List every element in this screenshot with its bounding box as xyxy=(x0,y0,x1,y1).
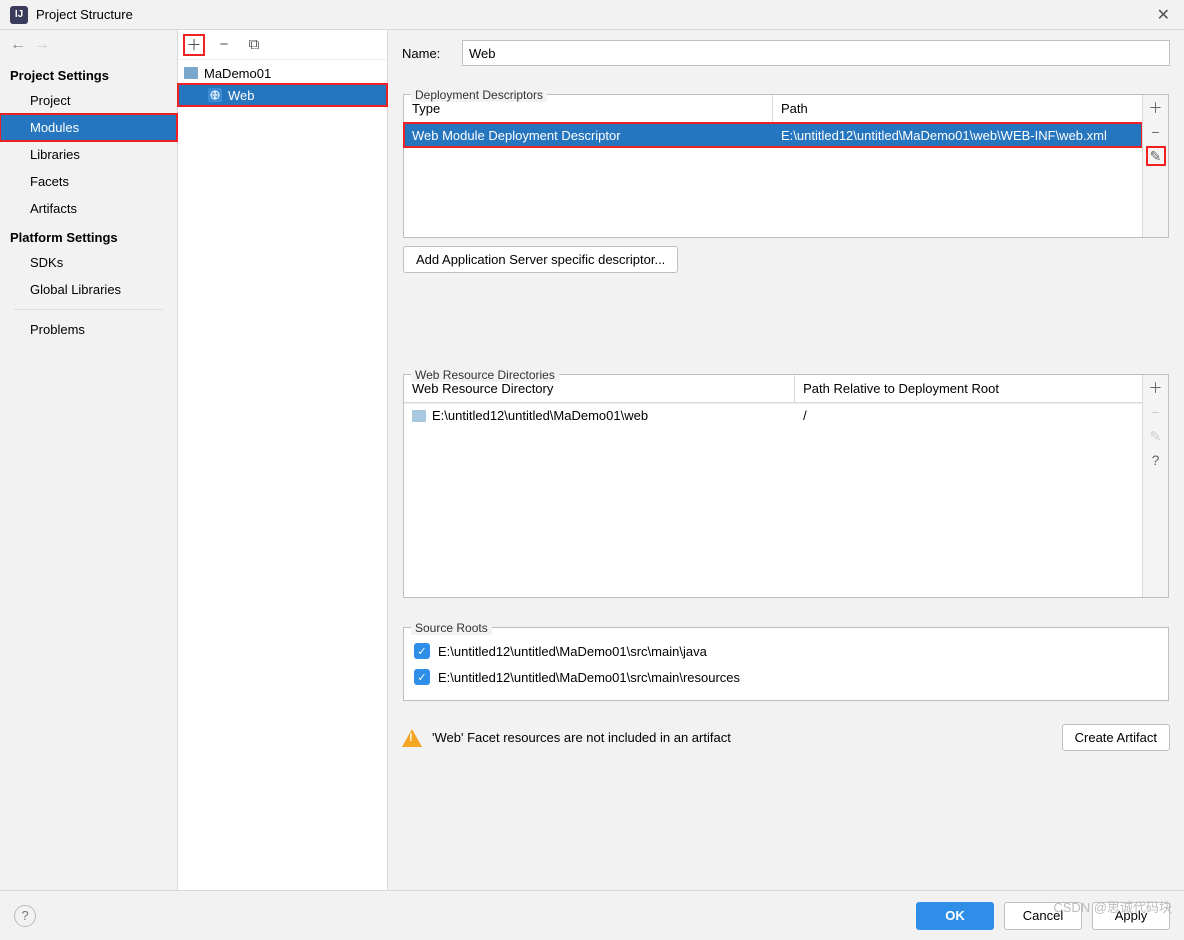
source-roots-body: ✓ E:\untitled12\untitled\MaDemo01\src\ma… xyxy=(403,627,1169,701)
spacer xyxy=(402,286,1170,346)
tree-root-label: MaDemo01 xyxy=(204,66,271,81)
dialog-button-bar: ? OK Cancel Apply xyxy=(0,890,1184,940)
checkbox-checked-icon[interactable]: ✓ xyxy=(414,669,430,685)
warning-bar: 'Web' Facet resources are not included i… xyxy=(402,720,1170,755)
add-icon[interactable]: ＋ xyxy=(184,35,204,55)
tree-list: MaDemo01 Web xyxy=(178,60,387,108)
web-icon xyxy=(208,88,222,102)
source-roots-legend: Source Roots xyxy=(411,621,492,635)
left-sidebar: ← → Project Settings Project Modules Lib… xyxy=(0,30,178,890)
name-label: Name: xyxy=(402,46,452,61)
deployment-descriptors-group: Deployment Descriptors Type Path Web Mod… xyxy=(402,78,1170,274)
deployment-table: Type Path Web Module Deployment Descript… xyxy=(403,94,1169,238)
webres-header-rel: Path Relative to Deployment Root xyxy=(795,375,1142,402)
create-artifact-button[interactable]: Create Artifact xyxy=(1062,724,1170,751)
ok-button[interactable]: OK xyxy=(916,902,994,930)
section-project-settings: Project Settings xyxy=(0,60,177,87)
main-area: ← → Project Settings Project Modules Lib… xyxy=(0,30,1184,890)
sidebar-item-facets[interactable]: Facets xyxy=(0,168,177,195)
deployment-header-path: Path xyxy=(773,95,1142,122)
deployment-row[interactable]: Web Module Deployment Descriptor E:\unti… xyxy=(404,123,1142,147)
webres-row[interactable]: E:\untitled12\untitled\MaDemo01\web / xyxy=(404,403,1142,427)
deployment-remove-icon[interactable]: − xyxy=(1147,123,1165,141)
webres-row-rel: / xyxy=(795,408,1142,423)
sidebar-item-sdks[interactable]: SDKs xyxy=(0,249,177,276)
deployment-edit-icon[interactable]: ✎ xyxy=(1147,147,1165,165)
sidebar-item-project[interactable]: Project xyxy=(0,87,177,114)
webres-table: Web Resource Directory Path Relative to … xyxy=(403,374,1169,598)
deployment-side-buttons: ＋ − ✎ xyxy=(1142,95,1168,237)
deployment-legend: Deployment Descriptors xyxy=(411,88,547,102)
source-root-path-1: E:\untitled12\untitled\MaDemo01\src\main… xyxy=(438,670,740,685)
webres-side-buttons: ＋ − ✎ ? xyxy=(1142,375,1168,597)
deployment-add-icon[interactable]: ＋ xyxy=(1147,99,1165,117)
back-icon[interactable]: ← xyxy=(10,36,26,54)
name-input[interactable] xyxy=(462,40,1170,66)
tree-item-root[interactable]: MaDemo01 xyxy=(178,62,387,84)
webres-legend: Web Resource Directories xyxy=(411,368,559,382)
webres-empty-space xyxy=(404,427,1142,597)
help-icon[interactable]: ? xyxy=(14,905,36,927)
warning-icon xyxy=(402,729,422,747)
copy-icon[interactable]: ⧉ xyxy=(244,35,264,55)
forward-icon[interactable]: → xyxy=(34,36,50,54)
sidebar-divider xyxy=(14,309,163,310)
window-title: Project Structure xyxy=(36,7,1153,22)
web-resource-group: Web Resource Directories Web Resource Di… xyxy=(402,358,1170,599)
source-root-row-0[interactable]: ✓ E:\untitled12\untitled\MaDemo01\src\ma… xyxy=(414,638,1158,664)
module-tree-panel: ＋ − ⧉ MaDemo01 Web xyxy=(178,30,388,890)
folder-icon xyxy=(412,410,426,422)
apply-button[interactable]: Apply xyxy=(1092,902,1170,930)
deployment-row-type: Web Module Deployment Descriptor xyxy=(404,125,773,146)
nav-arrows: ← → xyxy=(0,30,177,60)
name-row: Name: xyxy=(402,40,1170,66)
source-root-row-1[interactable]: ✓ E:\untitled12\untitled\MaDemo01\src\ma… xyxy=(414,664,1158,690)
folder-icon xyxy=(184,67,198,79)
webres-add-icon[interactable]: ＋ xyxy=(1147,379,1165,397)
app-icon: IJ xyxy=(10,6,28,24)
checkbox-checked-icon[interactable]: ✓ xyxy=(414,643,430,659)
remove-icon[interactable]: − xyxy=(214,35,234,55)
cancel-button[interactable]: Cancel xyxy=(1004,902,1082,930)
sidebar-item-global-libraries[interactable]: Global Libraries xyxy=(0,276,177,303)
titlebar: IJ Project Structure ✕ xyxy=(0,0,1184,30)
tree-item-web[interactable]: Web xyxy=(178,84,387,106)
webres-help-icon[interactable]: ? xyxy=(1147,451,1165,469)
webres-row-dir: E:\untitled12\untitled\MaDemo01\web xyxy=(432,408,795,423)
webres-remove-icon[interactable]: − xyxy=(1147,403,1165,421)
tree-web-label: Web xyxy=(228,88,255,103)
webres-edit-icon[interactable]: ✎ xyxy=(1147,427,1165,445)
close-icon[interactable]: ✕ xyxy=(1153,5,1174,25)
deployment-empty-space xyxy=(404,147,1142,237)
source-roots-group: Source Roots ✓ E:\untitled12\untitled\Ma… xyxy=(402,611,1170,702)
section-platform-settings: Platform Settings xyxy=(0,222,177,249)
content-panel: Name: Deployment Descriptors Type Path W… xyxy=(388,30,1184,890)
deployment-row-path: E:\untitled12\untitled\MaDemo01\web\WEB-… xyxy=(773,125,1142,146)
source-root-path-0: E:\untitled12\untitled\MaDemo01\src\main… xyxy=(438,644,707,659)
sidebar-item-problems[interactable]: Problems xyxy=(0,316,177,343)
sidebar-item-modules[interactable]: Modules xyxy=(0,114,177,141)
add-server-descriptor-button[interactable]: Add Application Server specific descript… xyxy=(403,246,678,273)
warning-text: 'Web' Facet resources are not included i… xyxy=(432,730,1052,745)
tree-toolbar: ＋ − ⧉ xyxy=(178,30,387,60)
sidebar-item-libraries[interactable]: Libraries xyxy=(0,141,177,168)
sidebar-item-artifacts[interactable]: Artifacts xyxy=(0,195,177,222)
